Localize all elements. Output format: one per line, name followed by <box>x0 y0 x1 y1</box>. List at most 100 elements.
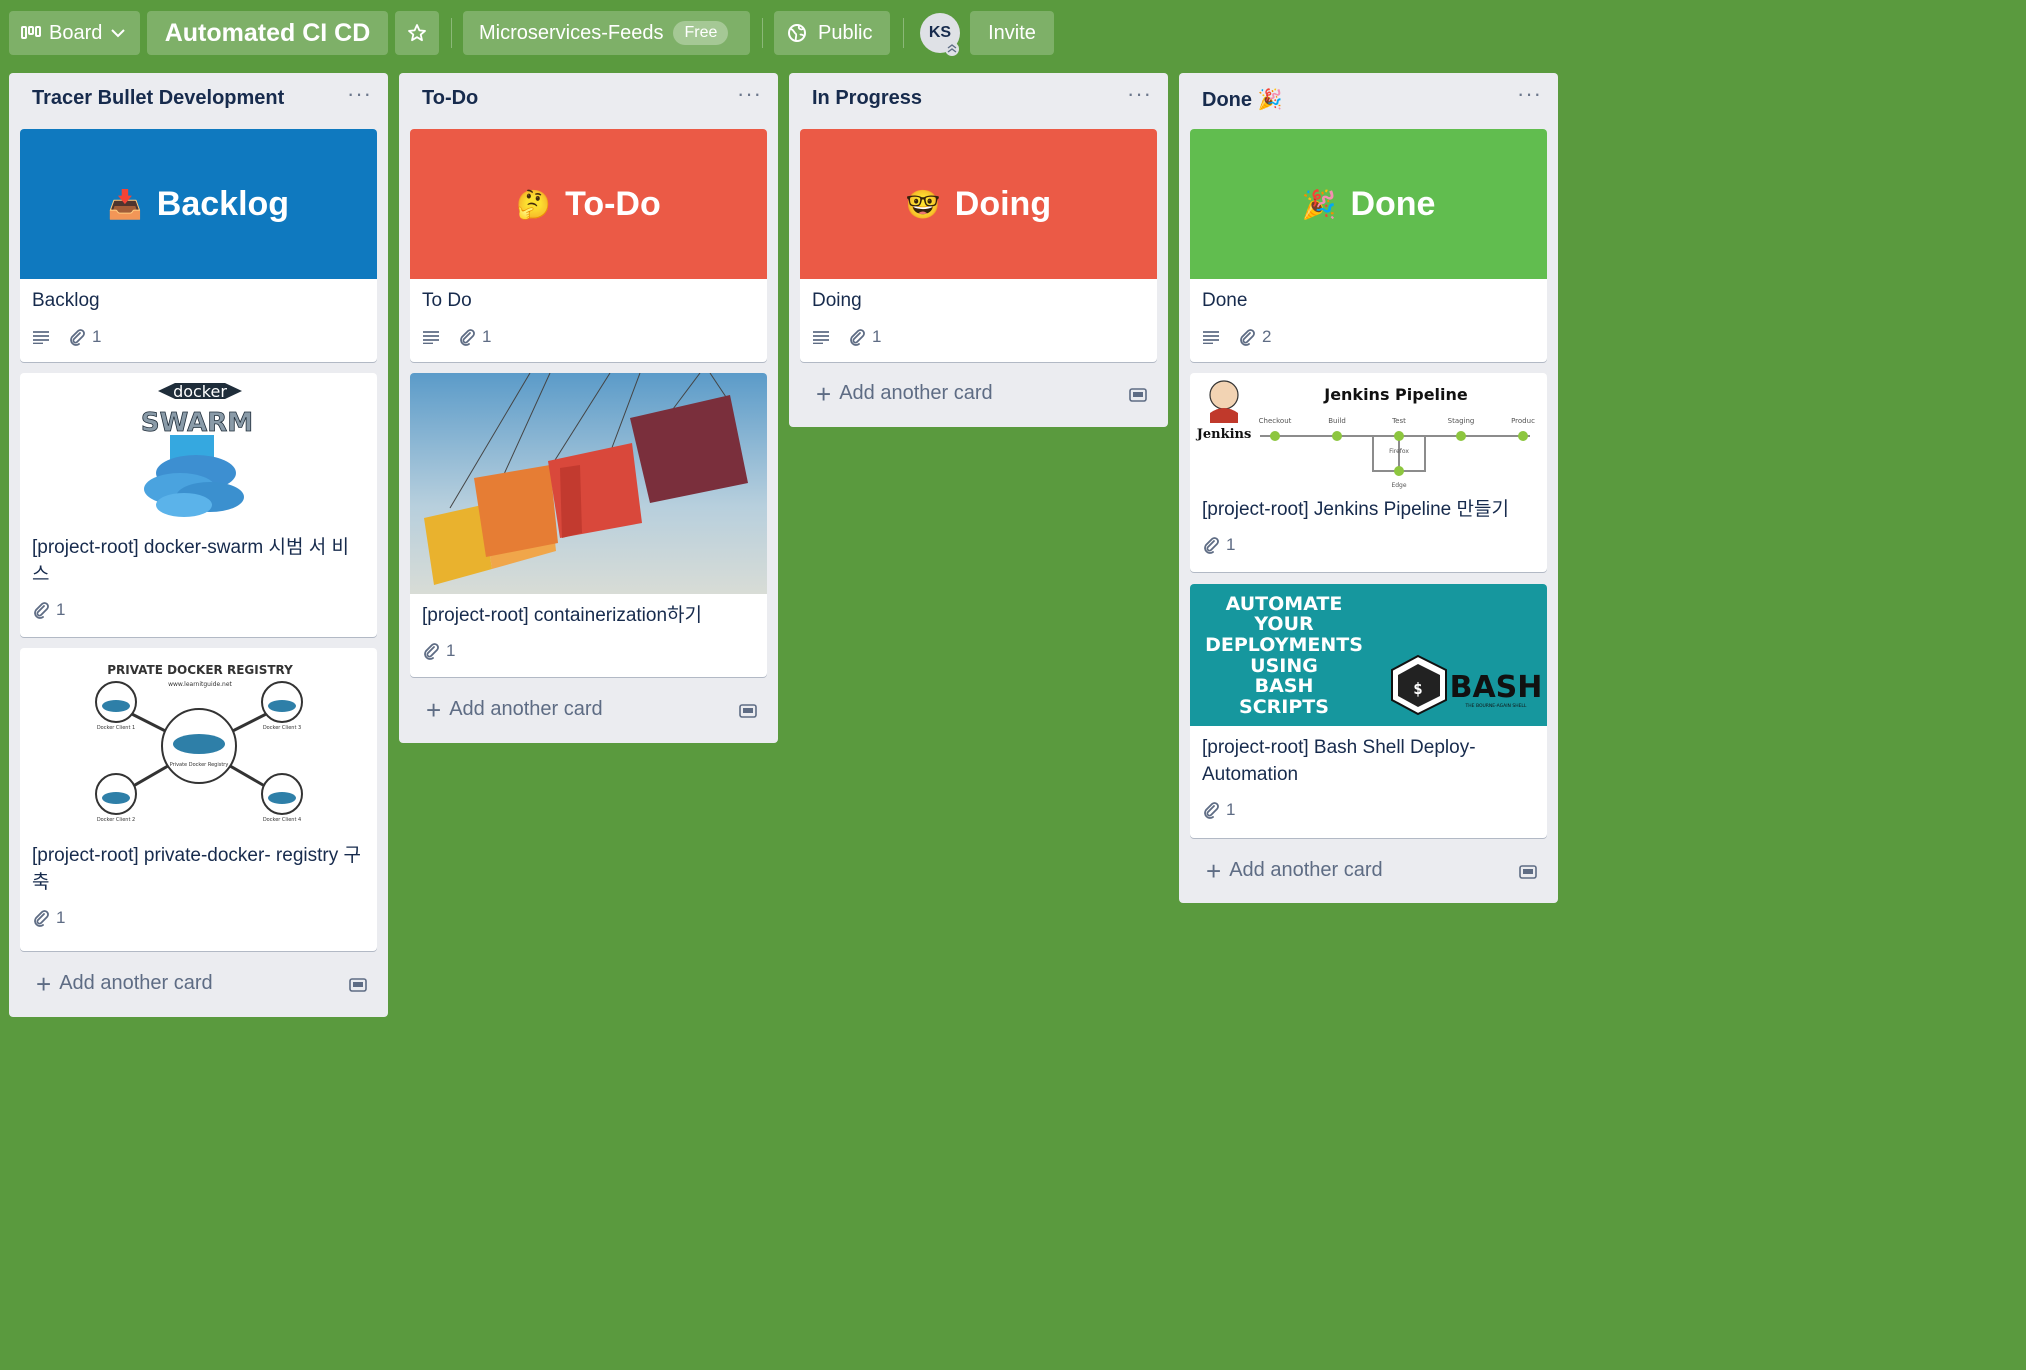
avatar-initials: KS <box>928 24 952 41</box>
registry-heading: PRIVATE DOCKER REGISTRY <box>107 663 293 677</box>
board-title[interactable]: Automated CI CD <box>147 11 388 55</box>
list-title[interactable]: To-Do <box>422 87 478 110</box>
card-template-icon[interactable] <box>349 977 367 993</box>
add-card-label: Add another card <box>59 972 213 994</box>
node-label: Docker Client 4 <box>263 817 301 823</box>
header-divider <box>903 18 904 48</box>
card-docker-swarm[interactable]: docker SWARM [project-root] docker-swarm… <box>20 373 377 637</box>
card-template-icon[interactable] <box>1519 864 1537 880</box>
team-button[interactable]: Microservices-Feeds Free <box>463 11 750 55</box>
thinking-face-icon: 🤔 <box>516 188 552 220</box>
banner-line: SCRIPTS <box>1239 696 1329 718</box>
attachment-count: 1 <box>56 600 66 619</box>
list-done: Done 🎉 ··· 🎉 Done Done 2 Jenkins Pipelin… <box>1179 73 1558 903</box>
list-menu-icon[interactable]: ··· <box>1517 83 1542 105</box>
member-avatar[interactable]: KS <box>920 13 960 56</box>
globe-icon <box>787 23 807 43</box>
card-cover: 🤔 To-Do <box>410 129 767 279</box>
list-menu-icon[interactable]: ··· <box>737 83 762 105</box>
attachment-badge: 2 <box>1238 327 1271 347</box>
list-menu-icon[interactable]: ··· <box>347 83 372 105</box>
card-title: [project-root] Jenkins Pipeline 만들기 <box>1202 499 1509 520</box>
card-title: [project-root] Bash Shell Deploy- Automa… <box>1202 737 1476 785</box>
shipping-containers-photo <box>410 373 767 594</box>
paperclip-icon <box>422 642 440 660</box>
attachment-badge: 1 <box>848 327 881 347</box>
list-title[interactable]: Tracer Bullet Development <box>32 87 284 110</box>
card-done[interactable]: 🎉 Done Done 2 <box>1190 129 1547 362</box>
bash-logo-text: BASH <box>1450 670 1543 705</box>
header-divider <box>451 18 452 48</box>
card-badges: 1 <box>800 325 1157 349</box>
card-backlog[interactable]: 📥 Backlog Backlog 1 <box>20 129 377 362</box>
bash-automation-banner: AUTOMATE YOUR DEPLOYMENTS USING BASH SCR… <box>1190 584 1547 726</box>
add-card-button[interactable]: + Add another card <box>1206 858 1383 884</box>
card-badges: 1 <box>410 639 767 663</box>
card-title: Done <box>1202 290 1248 311</box>
paperclip-icon <box>1238 328 1256 346</box>
jenkins-heading: Jenkins Pipeline <box>1323 385 1468 404</box>
paperclip-icon <box>32 601 50 619</box>
card-cover: 🤓 Doing <box>800 129 1157 279</box>
branch-label: Edge <box>1391 482 1406 489</box>
star-board-button[interactable] <box>395 11 439 55</box>
description-icon <box>32 330 50 344</box>
cover-text: To-Do <box>565 184 661 223</box>
description-icon <box>1202 330 1220 344</box>
attachment-badge: 1 <box>32 600 65 620</box>
card-title: [project-root] containerization하기 <box>422 605 702 626</box>
banner-line: BASH <box>1255 675 1314 697</box>
card-template-icon[interactable] <box>739 703 757 719</box>
card-title: Doing <box>812 290 862 311</box>
attachment-count: 1 <box>482 327 492 346</box>
plus-icon: + <box>816 378 832 409</box>
attachment-count: 1 <box>1226 535 1236 554</box>
card-title: To Do <box>422 290 472 311</box>
card-jenkins-pipeline[interactable]: Jenkins Pipeline Jenkins Checkout Build … <box>1190 373 1547 572</box>
description-icon <box>812 330 830 344</box>
stage-label: Staging <box>1448 417 1475 425</box>
stage-label: Test <box>1391 417 1406 425</box>
card-containerization[interactable]: [project-root] containerization하기 1 <box>410 373 767 677</box>
team-name: Microservices-Feeds <box>479 21 664 44</box>
list-title[interactable]: Done 🎉 <box>1202 87 1282 112</box>
private-docker-registry-diagram: PRIVATE DOCKER REGISTRY www.learnitguide… <box>20 648 377 838</box>
card-doing[interactable]: 🤓 Doing Doing 1 <box>800 129 1157 362</box>
card-badges: 1 <box>1190 798 1547 822</box>
node-label: Docker Client 1 <box>97 725 135 731</box>
jenkins-brand: Jenkins <box>1196 427 1252 442</box>
visibility-label: Public <box>818 21 873 44</box>
card-badges: 1 <box>20 906 377 930</box>
attachment-count: 2 <box>1262 327 1272 346</box>
card-to-do[interactable]: 🤔 To-Do To Do 1 <box>410 129 767 362</box>
jenkins-pipeline-diagram: Jenkins Pipeline Jenkins Checkout Build … <box>1190 373 1547 493</box>
node-label: Docker Client 3 <box>263 725 301 731</box>
card-title: [project-root] docker-swarm 시범 서 비스 <box>32 537 349 585</box>
card-template-icon[interactable] <box>1129 387 1147 403</box>
paperclip-icon <box>1202 536 1220 554</box>
stage-label: Build <box>1328 417 1346 425</box>
card-bash-deploy-automation[interactable]: AUTOMATE YOUR DEPLOYMENTS USING BASH SCR… <box>1190 584 1547 838</box>
list-in-progress: In Progress ··· 🤓 Doing Doing 1 + Add an… <box>789 73 1168 427</box>
card-badges: 1 <box>20 598 377 622</box>
card-cover: 🎉 Done <box>1190 129 1547 279</box>
invite-button[interactable]: Invite <box>970 11 1054 55</box>
docker-swarm-whales-image: docker SWARM <box>140 382 254 517</box>
banner-line: DEPLOYMENTS <box>1205 634 1363 656</box>
list-title[interactable]: In Progress <box>812 87 922 110</box>
add-card-button[interactable]: + Add another card <box>36 971 213 997</box>
card-private-docker-registry[interactable]: PRIVATE DOCKER REGISTRY www.learnitguide… <box>20 648 377 951</box>
card-title: Backlog <box>32 290 100 311</box>
paperclip-icon <box>848 328 866 346</box>
docker-swarm-logo: docker SWARM <box>20 373 377 528</box>
add-card-button[interactable]: + Add another card <box>816 378 993 409</box>
visibility-button[interactable]: Public <box>774 11 890 55</box>
list-to-do: To-Do ··· 🤔 To-Do To Do 1 [project-root]… <box>399 73 778 743</box>
list-menu-icon[interactable]: ··· <box>1127 83 1152 105</box>
attachment-badge: 1 <box>32 908 65 928</box>
board-switcher-button[interactable]: Board <box>9 11 140 55</box>
attachment-count: 1 <box>872 327 882 346</box>
banner-line: USING <box>1250 655 1318 677</box>
header-divider <box>762 18 763 48</box>
add-card-button[interactable]: + Add another card <box>426 697 603 723</box>
